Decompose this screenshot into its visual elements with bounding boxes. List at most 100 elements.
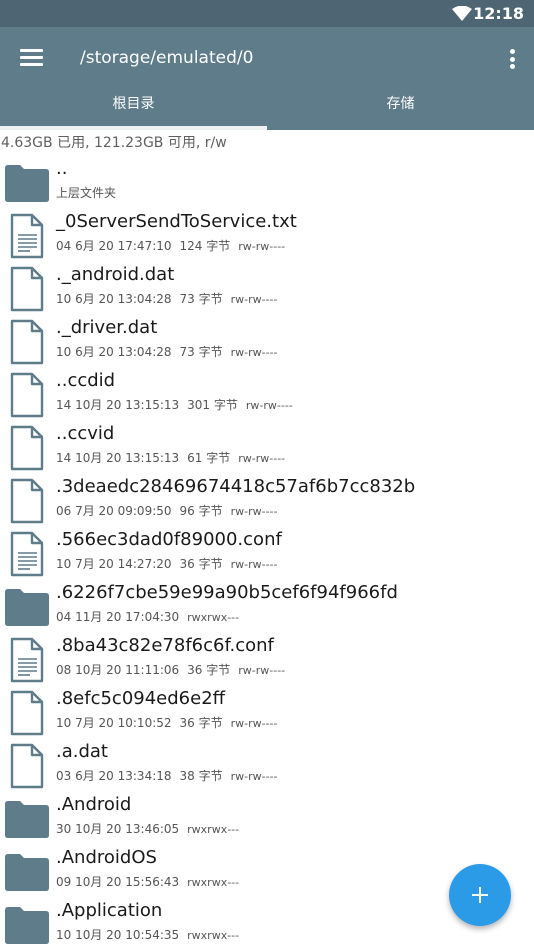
file-meta: 10 6月 20 13:04:28 73 字节 rw-rw---- xyxy=(56,290,286,307)
file-meta: 10 6月 20 13:04:28 73 字节 rw-rw---- xyxy=(56,343,286,360)
text-file-icon xyxy=(10,531,44,577)
file-date: 10 6月 20 13:04:28 xyxy=(56,345,172,359)
file-permissions: rw-rw---- xyxy=(245,399,293,412)
file-permissions: rw-rw---- xyxy=(230,770,278,783)
tab-bar: 根目录 存储 xyxy=(0,91,534,130)
file-icon xyxy=(10,743,44,789)
file-date: 14 10月 20 13:15:13 xyxy=(56,451,180,465)
file-size: 38 字节 xyxy=(179,769,223,783)
file-name: .Android xyxy=(56,794,132,815)
folder-icon xyxy=(5,589,49,626)
file-name: _0ServerSendToService.txt xyxy=(56,211,297,232)
file-icon xyxy=(10,425,44,471)
file-name: .6226f7cbe59e99a90b5cef6f94f966fd xyxy=(56,582,398,603)
file-icon xyxy=(10,478,44,524)
file-date: 10 7月 20 14:27:20 xyxy=(56,557,172,571)
file-meta: 04 6月 20 17:47:10 124 字节 rw-rw---- xyxy=(56,237,293,254)
file-meta: 14 10月 20 13:15:13 61 字节 rw-rw---- xyxy=(56,449,293,466)
folder-icon xyxy=(5,165,49,202)
file-name: .AndroidOS xyxy=(56,847,157,868)
file-size: 124 字节 xyxy=(179,239,231,253)
file-row[interactable]: ..ccvid 14 10月 20 13:15:13 61 字节 rw-rw---- xyxy=(0,421,534,474)
file-row[interactable]: _0ServerSendToService.txt 04 6月 20 17:47:… xyxy=(0,209,534,262)
folder-row[interactable]: .Android 30 10月 20 13:46:05 rwxrwx--- xyxy=(0,792,534,845)
file-meta: 10 7月 20 14:27:20 36 字节 rw-rw---- xyxy=(56,555,286,572)
file-name: ..ccvid xyxy=(56,423,115,444)
file-row[interactable]: ._driver.dat 10 6月 20 13:04:28 73 字节 rw-rw-… xyxy=(0,315,534,368)
file-date: 10 6月 20 13:04:28 xyxy=(56,292,172,306)
file-date: 10 10月 20 10:54:35 xyxy=(56,928,180,942)
file-size: 36 字节 xyxy=(179,716,223,730)
file-row[interactable]: .3deaedc28469674418c57af6b7cc832b 06 7月 2… xyxy=(0,474,534,527)
file-permissions: rw-rw---- xyxy=(230,293,278,306)
file-icon xyxy=(10,319,44,365)
file-date: 03 6月 20 13:34:18 xyxy=(56,769,172,783)
file-permissions: rwxrwx--- xyxy=(187,929,240,942)
folder-row[interactable]: .6226f7cbe59e99a90b5cef6f94f966fd 04 11月 … xyxy=(0,580,534,633)
file-meta: 14 10月 20 13:15:13 301 字节 rw-rw---- xyxy=(56,396,301,413)
more-vert-icon[interactable] xyxy=(510,49,516,69)
file-permissions: rw-rw---- xyxy=(230,717,278,730)
file-name: .566ec3dad0f89000.conf xyxy=(56,529,282,550)
file-meta: 09 10月 20 15:56:43 rwxrwx--- xyxy=(56,873,247,890)
file-date: 14 10月 20 13:15:13 xyxy=(56,398,180,412)
storage-info: 4.63GB 已用, 121.23GB 可用, r/w xyxy=(1,135,227,151)
file-date: 10 7月 20 10:10:52 xyxy=(56,716,172,730)
file-permissions: rw-rw---- xyxy=(238,240,286,253)
status-bar: 12:18 xyxy=(0,0,534,27)
file-permissions: rwxrwx--- xyxy=(187,611,240,624)
file-permissions: rwxrwx--- xyxy=(187,823,240,836)
file-meta: 06 7月 20 09:09:50 96 字节 rw-rw---- xyxy=(56,502,286,519)
file-permissions: rw-rw---- xyxy=(238,452,286,465)
file-meta: 08 10月 20 11:11:06 36 字节 rw-rw---- xyxy=(56,661,293,678)
file-permissions: rw-rw---- xyxy=(230,558,278,571)
tab-indicator xyxy=(0,126,267,130)
file-name: ..ccdid xyxy=(56,370,116,391)
folder-row[interactable]: .. 上层文件夹 xyxy=(0,156,534,209)
file-date: 06 7月 20 09:09:50 xyxy=(56,504,172,518)
text-file-icon xyxy=(10,637,44,683)
file-name: ._driver.dat xyxy=(56,317,158,338)
file-name: .a.dat xyxy=(56,741,108,762)
file-row[interactable]: ._android.dat 10 6月 20 13:04:28 73 字节 rw-rw… xyxy=(0,262,534,315)
file-name: .Application xyxy=(56,900,163,921)
file-permissions: rw-rw---- xyxy=(230,346,278,359)
file-icon xyxy=(10,690,44,736)
file-row[interactable]: .8efc5c094ed6e2ff 10 7月 20 10:10:52 36 字节 r… xyxy=(0,686,534,739)
file-date: 04 11月 20 17:04:30 xyxy=(56,610,180,624)
file-row[interactable]: .8ba43c82e78f6c6f.conf 08 10月 20 11:11:06… xyxy=(0,633,534,686)
tab-root-label: 根目录 xyxy=(112,96,155,112)
file-date: 09 10月 20 15:56:43 xyxy=(56,875,180,889)
tab-storage-label: 存储 xyxy=(386,96,415,112)
file-row[interactable]: .566ec3dad0f89000.conf 10 7月 20 14:27:20 3… xyxy=(0,527,534,580)
file-name: .8ba43c82e78f6c6f.conf xyxy=(56,635,274,656)
file-meta: 10 10月 20 10:54:35 rwxrwx--- xyxy=(56,926,247,943)
text-file-icon xyxy=(10,213,44,259)
tab-root[interactable]: 根目录 xyxy=(0,91,267,130)
file-meta: 30 10月 20 13:46:05 rwxrwx--- xyxy=(56,820,247,837)
file-date: 08 10月 20 11:11:06 xyxy=(56,663,180,677)
file-meta: 上层文件夹 xyxy=(56,184,124,201)
file-meta: 03 6月 20 13:34:18 38 字节 rw-rw---- xyxy=(56,767,286,784)
file-size: 73 字节 xyxy=(179,292,223,306)
file-date: 04 6月 20 17:47:10 xyxy=(56,239,172,253)
file-size: 36 字节 xyxy=(179,557,223,571)
file-meta: 04 11月 20 17:04:30 rwxrwx--- xyxy=(56,608,247,625)
wifi-icon xyxy=(452,6,472,21)
file-row[interactable]: ..ccdid 14 10月 20 13:15:13 301 字节 rw-rw---- xyxy=(0,368,534,421)
file-size: 61 字节 xyxy=(187,451,231,465)
file-meta: 10 7月 20 10:10:52 36 字节 rw-rw---- xyxy=(56,714,286,731)
file-permissions: rw-rw---- xyxy=(230,505,278,518)
file-date: 30 10月 20 13:46:05 xyxy=(56,822,180,836)
file-row[interactable]: .a.dat 03 6月 20 13:34:18 38 字节 rw-rw---- xyxy=(0,739,534,792)
add-button[interactable] xyxy=(449,864,511,926)
file-permissions: rwxrwx--- xyxy=(187,876,240,889)
menu-icon[interactable] xyxy=(20,49,43,67)
folder-icon xyxy=(5,801,49,838)
file-list: .. 上层文件夹 _0ServerSendToService.txt 04 6月 2… xyxy=(0,156,534,949)
file-size: 301 字节 xyxy=(187,398,238,412)
tab-storage[interactable]: 存储 xyxy=(267,91,534,130)
file-size: 73 字节 xyxy=(179,345,223,359)
file-name: .. xyxy=(56,158,68,179)
current-path: /storage/emulated/0 xyxy=(80,48,254,68)
